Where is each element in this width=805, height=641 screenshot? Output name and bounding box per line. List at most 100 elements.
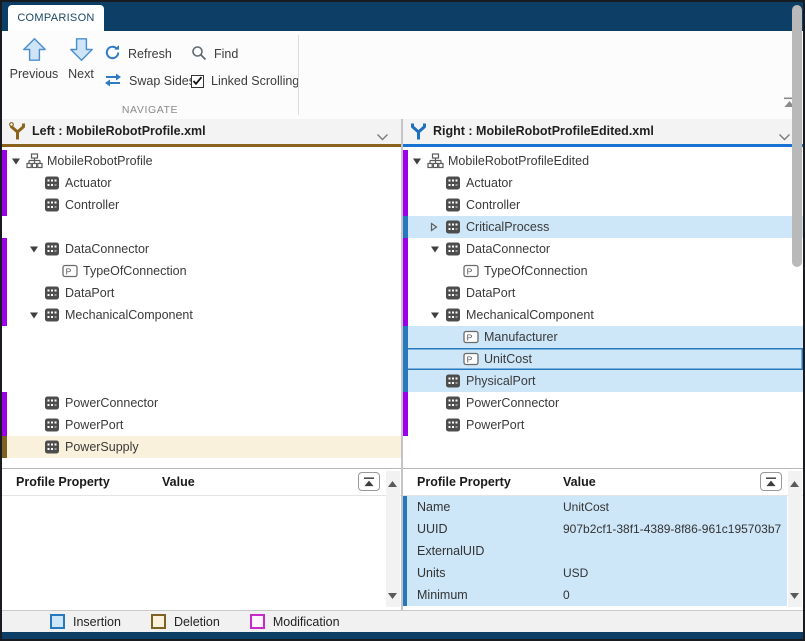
diff-edge-bar	[403, 216, 408, 238]
tree-row[interactable]: CriticalProcess	[403, 216, 803, 238]
property-row[interactable]: UUID907b2cf1-38f1-4389-8f86-961c195703b7	[407, 518, 787, 540]
tree-row[interactable]: PUnitCost	[403, 348, 803, 370]
expander-expanded-icon[interactable]	[29, 245, 39, 254]
svg-text:P: P	[66, 266, 72, 276]
stereotype-icon	[44, 308, 60, 323]
tree-node-label: DataConnector	[65, 238, 149, 260]
tree-row[interactable]: DataConnector	[403, 238, 803, 260]
left-file-header[interactable]: Left : MobileRobotProfile.xml	[2, 119, 401, 147]
stereotype-icon	[445, 242, 461, 257]
chevron-down-icon[interactable]	[778, 128, 791, 146]
right-properties-scrollbar[interactable]	[788, 471, 802, 607]
linked-scrolling-toggle[interactable]: Linked Scrolling	[191, 71, 299, 91]
stereotype-icon	[445, 220, 461, 235]
expander-expanded-icon[interactable]	[29, 311, 39, 320]
expander-expanded-icon[interactable]	[412, 157, 422, 166]
legend-insertion-label: Insertion	[73, 615, 121, 629]
tree-row[interactable]: PManufacturer	[403, 326, 803, 348]
tree-row[interactable]: PTypeOfConnection	[403, 260, 803, 282]
scroll-down-icon[interactable]	[388, 586, 397, 604]
tree-row[interactable]: PhysicalPort	[403, 370, 803, 392]
tree-row[interactable]: Actuator	[403, 172, 803, 194]
expander-collapsed-icon[interactable]	[430, 222, 438, 232]
tab-comparison[interactable]: COMPARISON	[8, 5, 104, 31]
linked-scrolling-label: Linked Scrolling	[211, 74, 299, 88]
tree-node-label: MechanicalComponent	[466, 304, 594, 326]
checkbox-checked-icon[interactable]	[191, 75, 204, 88]
collapse-properties-button[interactable]	[358, 472, 380, 491]
property-value: 907b2cf1-38f1-4389-8f86-961c195703b7	[563, 518, 781, 540]
tree-node-label: MechanicalComponent	[65, 304, 193, 326]
scroll-up-icon[interactable]	[790, 474, 799, 492]
search-icon	[191, 45, 207, 64]
expander-expanded-icon[interactable]	[430, 245, 440, 254]
tree-row[interactable]: DataPort	[403, 282, 803, 304]
tree-row[interactable]: MobileRobotProfileEdited	[403, 150, 803, 172]
tree-row[interactable]: MechanicalComponent	[2, 304, 401, 326]
property-name: Name	[417, 496, 450, 518]
diff-edge-bar	[403, 172, 408, 194]
find-label: Find	[214, 47, 238, 61]
refresh-button[interactable]: Refresh	[104, 44, 195, 64]
next-label: Next	[68, 67, 94, 81]
inserted-properties-block: NameUnitCostUUID907b2cf1-38f1-4389-8f86-…	[403, 496, 787, 606]
expander-expanded-icon[interactable]	[11, 157, 21, 166]
property-icon: P	[463, 353, 481, 366]
tree-row[interactable]: DataConnector	[2, 238, 401, 260]
legend-item-insertion: Insertion	[50, 614, 121, 629]
tree-row[interactable]: MobileRobotProfile	[2, 150, 401, 172]
diff-edge-bar	[403, 260, 408, 282]
stereotype-icon	[44, 440, 60, 455]
tree-row[interactable]: MechanicalComponent	[403, 304, 803, 326]
scroll-down-icon[interactable]	[790, 586, 799, 604]
diff-edge-bar	[403, 370, 408, 392]
expander-expanded-icon[interactable]	[430, 311, 440, 320]
scroll-up-icon[interactable]	[388, 474, 397, 492]
property-value: USD	[563, 562, 588, 584]
chevron-down-icon[interactable]	[376, 128, 389, 146]
property-row[interactable]: NameUnitCost	[407, 496, 787, 518]
property-row[interactable]: Units USD	[407, 562, 787, 584]
right-file-header[interactable]: Right : MobileRobotProfileEdited.xml	[403, 119, 803, 147]
stereotype-icon	[445, 374, 461, 389]
diff-edge-bar	[2, 304, 7, 326]
stereotype-icon	[44, 198, 60, 213]
collapse-properties-button[interactable]	[760, 472, 782, 491]
tree-row[interactable]: Controller	[2, 194, 401, 216]
diff-edge-bar	[403, 282, 408, 304]
property-name: Units	[417, 562, 445, 584]
stereotype-icon	[44, 286, 60, 301]
diff-edge-bar	[2, 282, 7, 304]
tab-comparison-label: COMPARISON	[17, 12, 94, 24]
tree-row[interactable]: PTypeOfConnection	[2, 260, 401, 282]
tree-row-blank	[2, 370, 401, 392]
property-value: 0	[563, 584, 570, 606]
tree-row[interactable]: PowerConnector	[2, 392, 401, 414]
tree-row[interactable]: Actuator	[2, 172, 401, 194]
tree-node-label: PowerPort	[466, 414, 524, 436]
find-button[interactable]: Find	[191, 44, 299, 64]
diff-edge-bar	[403, 348, 408, 370]
modification-swatch-icon	[250, 614, 265, 629]
tree-row[interactable]: DataPort	[2, 282, 401, 304]
tree-row[interactable]: PowerPort	[403, 414, 803, 436]
tree-row[interactable]: PowerConnector	[403, 392, 803, 414]
tree-row[interactable]: PowerPort	[2, 414, 401, 436]
stereotype-icon	[445, 198, 461, 213]
property-icon: P	[463, 331, 481, 344]
property-row[interactable]: Minimum0	[407, 584, 787, 606]
tree-node-label: Manufacturer	[484, 326, 558, 348]
previous-button[interactable]: Previous	[8, 37, 60, 81]
tree-row[interactable]: PowerSupply	[2, 436, 401, 458]
tree-row[interactable]: Controller	[403, 194, 803, 216]
swap-sides-button[interactable]: Swap Sides	[104, 71, 195, 91]
diff-edge-bar	[403, 150, 408, 172]
svg-text:P: P	[467, 266, 473, 276]
tree-node-label: PowerSupply	[65, 436, 139, 458]
right-tree-scrollbar-thumb[interactable]	[792, 5, 802, 267]
profile-icon	[26, 153, 43, 169]
left-properties-scrollbar[interactable]	[386, 471, 400, 607]
right-tree: MobileRobotProfileEditedActuatorControll…	[403, 147, 803, 469]
property-row[interactable]: ExternalUID	[407, 540, 787, 562]
next-button[interactable]: Next	[62, 37, 100, 81]
